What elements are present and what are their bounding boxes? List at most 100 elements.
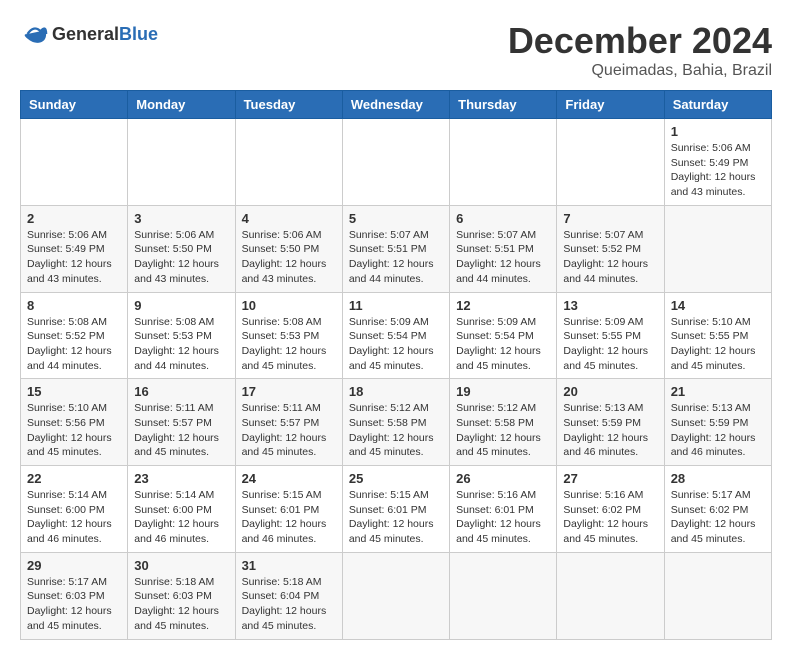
empty-cell bbox=[342, 119, 449, 206]
empty-cell bbox=[235, 119, 342, 206]
day-cell-21: 21 Sunrise: 5:13 AMSunset: 5:59 PMDayligh… bbox=[664, 379, 771, 466]
day-info: Sunrise: 5:08 AMSunset: 5:52 PMDaylight:… bbox=[27, 316, 112, 372]
day-info: Sunrise: 5:14 AMSunset: 6:00 PMDaylight:… bbox=[134, 489, 219, 545]
day-cell-12: 12Sunrise: 5:09 AMSunset: 5:54 PMDayligh… bbox=[450, 292, 557, 379]
title-block: December 2024 Queimadas, Bahia, Brazil bbox=[508, 20, 772, 80]
day-info: Sunrise: 5:13 AMSunset: 5:59 PMDaylight:… bbox=[671, 402, 756, 458]
logo: GeneralBlue bbox=[20, 20, 158, 48]
logo-text: GeneralBlue bbox=[52, 24, 158, 45]
day-info: Sunrise: 5:10 AMSunset: 5:56 PMDaylight:… bbox=[27, 402, 112, 458]
day-info: Sunrise: 5:10 AMSunset: 5:55 PMDaylight:… bbox=[671, 316, 756, 372]
day-info: Sunrise: 5:11 AMSunset: 5:57 PMDaylight:… bbox=[134, 402, 219, 458]
empty-cell bbox=[450, 552, 557, 639]
day-number: 31 bbox=[242, 558, 336, 573]
day-number: 29 bbox=[27, 558, 121, 573]
day-info: Sunrise: 5:16 AMSunset: 6:01 PMDaylight:… bbox=[456, 489, 541, 545]
day-cell-11: 11Sunrise: 5:09 AMSunset: 5:54 PMDayligh… bbox=[342, 292, 449, 379]
day-number: 10 bbox=[242, 298, 336, 313]
day-number: 22 bbox=[27, 471, 121, 486]
empty-cell bbox=[557, 119, 664, 206]
col-header-thursday: Thursday bbox=[450, 91, 557, 119]
calendar-week-2: 8Sunrise: 5:08 AMSunset: 5:52 PMDaylight… bbox=[21, 292, 772, 379]
day-cell-19: 19Sunrise: 5:12 AMSunset: 5:58 PMDayligh… bbox=[450, 379, 557, 466]
day-cell-7: 7Sunrise: 5:07 AMSunset: 5:52 PMDaylight… bbox=[557, 205, 664, 292]
day-cell-23: 23Sunrise: 5:14 AMSunset: 6:00 PMDayligh… bbox=[128, 466, 235, 553]
page-header: GeneralBlue December 2024 Queimadas, Bah… bbox=[20, 20, 772, 80]
calendar-table: SundayMondayTuesdayWednesdayThursdayFrid… bbox=[20, 90, 772, 640]
day-number: 5 bbox=[349, 211, 443, 226]
empty-cell bbox=[664, 205, 771, 292]
col-header-saturday: Saturday bbox=[664, 91, 771, 119]
day-number: 25 bbox=[349, 471, 443, 486]
calendar-week-4: 22 Sunrise: 5:14 AMSunset: 6:00 PMDayligh… bbox=[21, 466, 772, 553]
col-header-tuesday: Tuesday bbox=[235, 91, 342, 119]
day-number: 2 bbox=[27, 211, 121, 226]
col-header-sunday: Sunday bbox=[21, 91, 128, 119]
calendar-week-5: 29 Sunrise: 5:17 AMSunset: 6:03 PMDayligh… bbox=[21, 552, 772, 639]
day-number: 16 bbox=[134, 384, 228, 399]
day-info: Sunrise: 5:14 AMSunset: 6:00 PMDaylight:… bbox=[27, 489, 112, 545]
day-info: Sunrise: 5:18 AMSunset: 6:04 PMDaylight:… bbox=[242, 576, 327, 632]
day-number: 30 bbox=[134, 558, 228, 573]
empty-cell bbox=[664, 552, 771, 639]
day-number: 26 bbox=[456, 471, 550, 486]
day-number: 1 bbox=[671, 124, 765, 139]
day-cell-3: 3 Sunrise: 5:06 AMSunset: 5:50 PMDaylight… bbox=[128, 205, 235, 292]
day-info: Sunrise: 5:17 AMSunset: 6:03 PMDaylight:… bbox=[27, 576, 112, 632]
day-cell-15: 15 Sunrise: 5:10 AMSunset: 5:56 PMDayligh… bbox=[21, 379, 128, 466]
day-cell-8: 8Sunrise: 5:08 AMSunset: 5:52 PMDaylight… bbox=[21, 292, 128, 379]
day-cell-27: 27Sunrise: 5:16 AMSunset: 6:02 PMDayligh… bbox=[557, 466, 664, 553]
day-info: Sunrise: 5:08 AMSunset: 5:53 PMDaylight:… bbox=[134, 316, 219, 372]
day-cell-16: 16 Sunrise: 5:11 AMSunset: 5:57 PMDayligh… bbox=[128, 379, 235, 466]
day-number: 21 bbox=[671, 384, 765, 399]
empty-cell bbox=[557, 552, 664, 639]
day-number: 18 bbox=[349, 384, 443, 399]
day-cell-24: 24Sunrise: 5:15 AMSunset: 6:01 PMDayligh… bbox=[235, 466, 342, 553]
calendar-week-3: 15 Sunrise: 5:10 AMSunset: 5:56 PMDayligh… bbox=[21, 379, 772, 466]
day-number: 13 bbox=[563, 298, 657, 313]
col-header-monday: Monday bbox=[128, 91, 235, 119]
day-number: 27 bbox=[563, 471, 657, 486]
day-number: 3 bbox=[134, 211, 228, 226]
day-number: 15 bbox=[27, 384, 121, 399]
empty-cell bbox=[21, 119, 128, 206]
logo-icon bbox=[20, 20, 48, 48]
empty-cell bbox=[342, 552, 449, 639]
day-cell-13: 13Sunrise: 5:09 AMSunset: 5:55 PMDayligh… bbox=[557, 292, 664, 379]
day-info: Sunrise: 5:12 AMSunset: 5:58 PMDaylight:… bbox=[456, 402, 541, 458]
day-info: Sunrise: 5:12 AMSunset: 5:58 PMDaylight:… bbox=[349, 402, 434, 458]
col-header-wednesday: Wednesday bbox=[342, 91, 449, 119]
day-info: Sunrise: 5:15 AMSunset: 6:01 PMDaylight:… bbox=[349, 489, 434, 545]
col-header-friday: Friday bbox=[557, 91, 664, 119]
empty-cell bbox=[450, 119, 557, 206]
day-cell-31: 31 Sunrise: 5:18 AMSunset: 6:04 PMDayligh… bbox=[235, 552, 342, 639]
day-cell-6: 6Sunrise: 5:07 AMSunset: 5:51 PMDaylight… bbox=[450, 205, 557, 292]
day-info: Sunrise: 5:07 AMSunset: 5:52 PMDaylight:… bbox=[563, 229, 648, 285]
day-info: Sunrise: 5:09 AMSunset: 5:54 PMDaylight:… bbox=[456, 316, 541, 372]
day-number: 14 bbox=[671, 298, 765, 313]
calendar-week-1: 2Sunrise: 5:06 AMSunset: 5:49 PMDaylight… bbox=[21, 205, 772, 292]
day-cell-2: 2Sunrise: 5:06 AMSunset: 5:49 PMDaylight… bbox=[21, 205, 128, 292]
day-cell-14: 14 Sunrise: 5:10 AMSunset: 5:55 PMDayligh… bbox=[664, 292, 771, 379]
calendar-header-row: SundayMondayTuesdayWednesdayThursdayFrid… bbox=[21, 91, 772, 119]
day-cell-18: 18 Sunrise: 5:12 AMSunset: 5:58 PMDayligh… bbox=[342, 379, 449, 466]
calendar-week-0: 1 Sunrise: 5:06 AMSunset: 5:49 PMDaylight… bbox=[21, 119, 772, 206]
day-info: Sunrise: 5:06 AMSunset: 5:49 PMDaylight:… bbox=[671, 142, 756, 198]
day-info: Sunrise: 5:11 AMSunset: 5:57 PMDaylight:… bbox=[242, 402, 327, 458]
day-cell-1: 1 Sunrise: 5:06 AMSunset: 5:49 PMDaylight… bbox=[664, 119, 771, 206]
day-cell-5: 5 Sunrise: 5:07 AMSunset: 5:51 PMDaylight… bbox=[342, 205, 449, 292]
day-number: 4 bbox=[242, 211, 336, 226]
day-cell-20: 20Sunrise: 5:13 AMSunset: 5:59 PMDayligh… bbox=[557, 379, 664, 466]
day-cell-28: 28Sunrise: 5:17 AMSunset: 6:02 PMDayligh… bbox=[664, 466, 771, 553]
day-cell-17: 17Sunrise: 5:11 AMSunset: 5:57 PMDayligh… bbox=[235, 379, 342, 466]
day-number: 28 bbox=[671, 471, 765, 486]
day-number: 11 bbox=[349, 298, 443, 313]
day-cell-29: 29 Sunrise: 5:17 AMSunset: 6:03 PMDayligh… bbox=[21, 552, 128, 639]
day-info: Sunrise: 5:06 AMSunset: 5:50 PMDaylight:… bbox=[134, 229, 219, 285]
day-info: Sunrise: 5:13 AMSunset: 5:59 PMDaylight:… bbox=[563, 402, 648, 458]
day-cell-9: 9Sunrise: 5:08 AMSunset: 5:53 PMDaylight… bbox=[128, 292, 235, 379]
day-info: Sunrise: 5:07 AMSunset: 5:51 PMDaylight:… bbox=[456, 229, 541, 285]
day-info: Sunrise: 5:07 AMSunset: 5:51 PMDaylight:… bbox=[349, 229, 434, 285]
day-info: Sunrise: 5:18 AMSunset: 6:03 PMDaylight:… bbox=[134, 576, 219, 632]
empty-cell bbox=[128, 119, 235, 206]
